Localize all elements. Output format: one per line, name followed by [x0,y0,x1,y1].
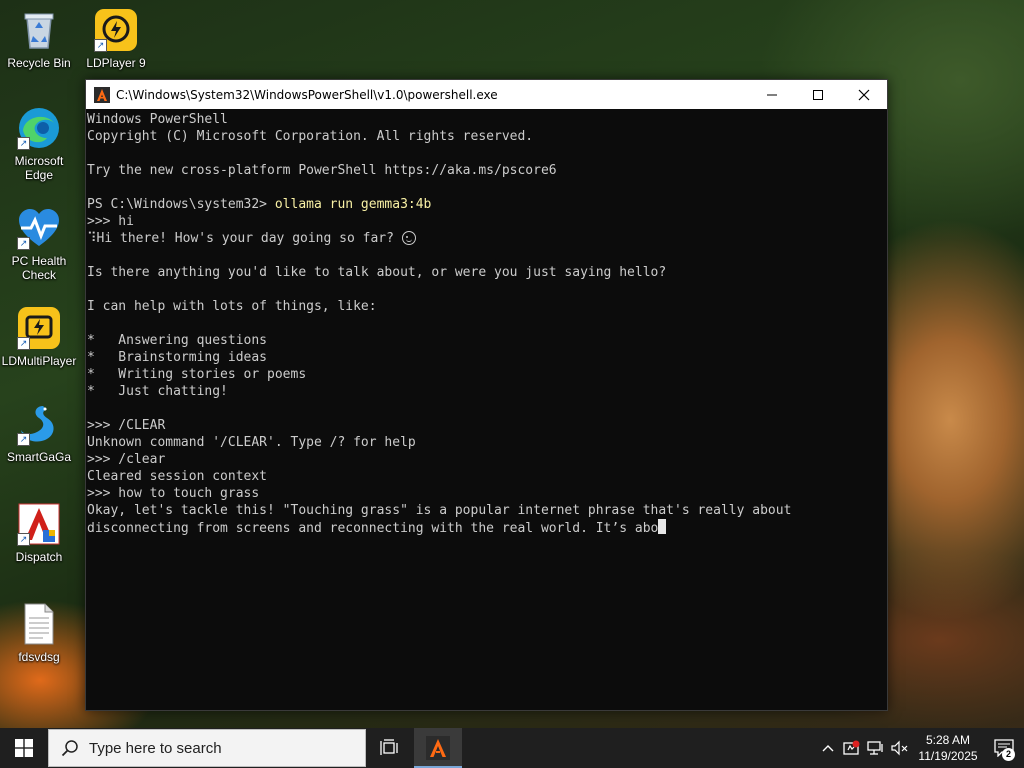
console-line: Windows PowerShell [87,112,228,127]
notification-count-badge: 2 [1002,748,1015,761]
powershell-window[interactable]: C:\Windows\System32\WindowsPowerShell\v1… [85,79,888,711]
recycle-bin-icon [17,8,61,52]
clock-date: 11/19/2025 [918,749,978,763]
shortcut-arrow-icon: ↗ [17,533,30,546]
clock-time: 5:28 AM [925,733,971,747]
console-line: >>> /clear [87,452,166,467]
desktop-icon-label: LDMultiPlayer [1,354,77,368]
console-line: >>> how to touch grass [87,486,260,501]
task-view-icon [380,739,398,755]
desktop-icon-dispatch[interactable]: ↗ Dispatch [1,502,77,564]
desktop-icon-smartgaga[interactable]: ↗ SmartGaGa [1,402,77,464]
console-line: I can help with lots of things, like: [87,299,377,314]
dispatch-icon: ↗ [17,502,61,546]
console-prompt-line: PS C:\Windows\system32> ollama run gemma… [87,196,887,213]
window-title: C:\Windows\System32\WindowsPowerShell\v1… [116,87,498,102]
maximize-button[interactable] [795,80,841,109]
taskbar: Type here to search 5:28 AM 11/19/2025 2 [0,728,1024,768]
taskbar-app-powershell[interactable] [414,728,462,768]
speaker-muted-icon [891,740,908,756]
text-file-icon [17,602,61,646]
prompt-text: PS C:\Windows\system32> [87,197,275,212]
shortcut-arrow-icon: ↗ [17,137,30,150]
system-tray: 5:28 AM 11/19/2025 2 [816,728,1024,768]
desktop-icon-fdsvdsg[interactable]: fdsvdsg [1,602,77,664]
windows-logo-icon [15,739,33,757]
answer-text: disconnecting from screens and reconnect… [87,521,659,536]
tray-app-button[interactable] [840,728,864,768]
desktop-icon-label: LDPlayer 9 [86,56,146,70]
minimize-button[interactable] [749,80,795,109]
console-line: >>> hi [87,214,134,229]
console-line: Copyright (C) Microsoft Corporation. All… [87,129,534,144]
shortcut-arrow-icon: ↗ [17,337,30,350]
desktop-icon-pc-health-check[interactable]: ↗ PC Health Check [1,206,77,282]
desktop-icon-ldmultiplayer[interactable]: ↗ LDMultiPlayer [1,306,77,368]
ldplayer-icon: ↗ [94,8,138,52]
console-bullet: * Writing stories or poems [87,367,307,382]
window-titlebar[interactable]: C:\Windows\System32\WindowsPowerShell\v1… [86,80,887,109]
search-placeholder: Type here to search [89,739,222,757]
search-icon [61,740,78,757]
shortcut-arrow-icon: ↗ [17,237,30,250]
chevron-up-icon [822,745,834,752]
console-bullet: * Brainstorming ideas [87,350,268,365]
desktop-icon-label: Dispatch [15,550,63,564]
volume-button[interactable] [888,728,912,768]
taskbar-clock[interactable]: 5:28 AM 11/19/2025 [912,732,984,764]
desktop-icon-ldplayer[interactable]: ↗ LDPlayer 9 [78,8,154,70]
desktop: Recycle Bin ↗ LDPlayer 9 ↗ Microsoft Edg… [0,0,1024,768]
tray-app-icon [843,740,860,755]
text-cursor [658,519,667,534]
desktop-icon-recycle-bin[interactable]: Recycle Bin [1,8,77,70]
ldmultiplayer-icon: ↗ [17,306,61,350]
app-icon [426,736,450,760]
taskbar-search-box[interactable]: Type here to search [48,729,366,767]
desktop-icon-edge[interactable]: ↗ Microsoft Edge [1,106,77,182]
console-line: Cleared session context [87,469,268,484]
console-line: Try the new cross-platform PowerShell ht… [87,163,557,178]
console-bullet: * Just chatting! [87,384,228,399]
task-view-button[interactable] [366,728,414,768]
app-icon [94,86,110,103]
desktop-icon-label: SmartGaGa [6,450,72,464]
maximize-icon [813,89,823,100]
minimize-icon [767,94,777,95]
desktop-icon-label: Recycle Bin [7,56,71,70]
network-icon [867,741,883,755]
show-hidden-icons-button[interactable] [816,728,840,768]
console-bullet: * Answering questions [87,333,268,348]
desktop-icon-label: Microsoft Edge [14,154,64,182]
start-button[interactable] [0,728,48,768]
console-line: Is there anything you'd like to talk abo… [87,265,667,280]
desktop-icon-label: PC Health Check [11,254,67,282]
desktop-icon-label: fdsvdsg [18,650,60,664]
console-line: >>> /CLEAR [87,418,166,433]
network-button[interactable] [864,728,888,768]
console-line: disconnecting from screens and reconnect… [87,519,887,536]
notification-center-button[interactable]: 2 [984,728,1024,768]
spinner-glyph: ⠹ [87,231,97,246]
console-line: Okay, let's tackle this! "Touching grass… [87,503,792,518]
shortcut-arrow-icon: ↗ [17,433,30,446]
winking-face-icon [401,231,416,245]
console-line: ⠹Hi there! How's your day going so far? [87,230,887,247]
reply-text: Hi there! How's your day going so far? [96,231,402,246]
close-icon [858,89,870,100]
shortcut-arrow-icon: ↗ [94,39,107,52]
console-output[interactable]: Windows PowerShell Copyright (C) Microso… [86,109,887,710]
command-text: ollama run gemma3:4b [274,197,432,212]
close-button[interactable] [841,80,887,109]
edge-icon: ↗ [17,106,61,150]
swan-icon: ↗ [17,402,61,446]
heart-pulse-icon: ↗ [17,206,61,250]
console-line: Unknown command '/CLEAR'. Type /? for he… [87,435,416,450]
